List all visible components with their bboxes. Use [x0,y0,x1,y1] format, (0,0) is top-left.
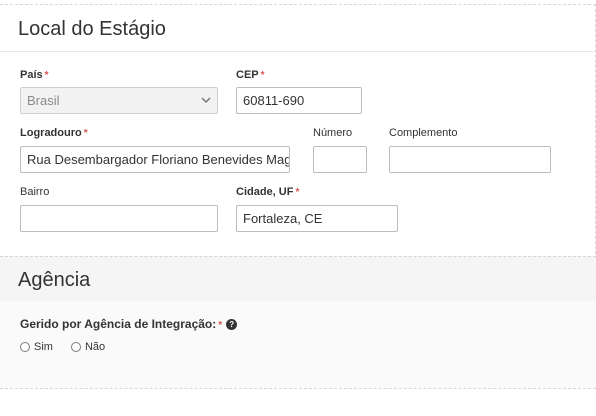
estagio-form: Local do Estágio País * Brasil CEP * 60811… [0,0,596,416]
radio-sim[interactable]: Sim [20,341,53,353]
radio-sim-label: Sim [34,341,53,353]
pais-select[interactable]: Brasil [20,87,218,114]
cep-input[interactable]: 60811-690 [236,87,362,114]
section-title-agencia: Agência [18,269,91,291]
agencia-question-label: Gerido por Agência de Integração: *? [20,318,238,332]
radio-nao-label: Não [84,341,106,353]
radio-button[interactable] [20,342,30,352]
bairro-input[interactable] [20,205,218,232]
complemento-label: Complemento [389,127,458,139]
radio-nao[interactable]: Não [70,341,106,353]
numero-input[interactable] [313,146,367,173]
section-divider [0,388,596,389]
radio-button[interactable] [70,342,81,352]
agencia-radio-group: Sim Não [20,341,123,353]
section-separator [0,51,596,52]
cidade-input[interactable]: Fortaleza, CE [236,205,398,232]
numero-label: Número [313,127,353,139]
cidade-label: Cidade, UF * [236,186,300,198]
complemento-input[interactable] [389,146,551,173]
logradouro-label: Logradouro * [20,127,88,139]
section-divider [0,4,596,5]
pais-select-value: Brasil [27,93,60,108]
cep-label: CEP * [236,69,265,81]
question-circle-icon[interactable]: ? [226,319,238,331]
bairro-label: Bairro [20,186,50,198]
chevron-down-icon [201,97,211,104]
pais-label: País * [20,69,49,81]
section-title-local: Local do Estágio [18,18,166,40]
logradouro-input[interactable]: Rua Desembargador Floriano Benevides Mag… [20,146,290,173]
